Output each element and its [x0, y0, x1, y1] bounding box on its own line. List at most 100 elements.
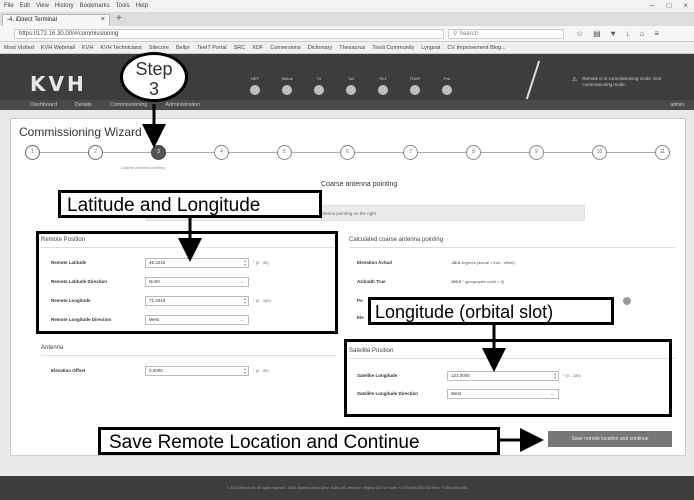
- step-11[interactable]: 11: [655, 145, 670, 160]
- close-window-button[interactable]: ×: [683, 1, 688, 10]
- download-icon[interactable]: ↓: [625, 29, 629, 38]
- bookmark-item[interactable]: Bellpr: [176, 45, 190, 51]
- menu-bookmarks[interactable]: Bookmarks: [80, 3, 110, 9]
- status-light-label: TRAP: [409, 76, 421, 81]
- bookmark-item[interactable]: Sitecore: [149, 45, 169, 51]
- pocket-icon[interactable]: ♥: [611, 29, 616, 38]
- home-icon[interactable]: ⌂: [639, 29, 644, 38]
- elevation-offset-value: 0.0000: [149, 368, 163, 373]
- coarse-pointing-title: Calculated coarse antenna pointing: [349, 237, 444, 243]
- nav-details[interactable]: Details: [75, 102, 92, 108]
- antenna-title: Antenna: [41, 345, 64, 351]
- bookmark-item[interactable]: TeeIT Portal: [197, 45, 227, 51]
- save-continue-button[interactable]: Save remote location and continue: [548, 431, 672, 447]
- nav-administration[interactable]: Administration: [165, 102, 200, 108]
- status-light-label: Rx1: [379, 76, 387, 81]
- navigation-bar: https://172.16.30.00/#/commissioning ⚲ S…: [0, 26, 694, 42]
- reading-list-icon[interactable]: ▤: [593, 29, 601, 38]
- maximize-button[interactable]: □: [666, 1, 671, 10]
- lat-long-callout: Latitude and Longitude: [58, 190, 322, 218]
- menu-history[interactable]: History: [55, 3, 74, 9]
- step-caption: Coarse antenna pointing: [121, 165, 165, 170]
- browser-menubar: File Edit View History Bookmarks Tools H…: [0, 0, 694, 12]
- menu-help[interactable]: Help: [136, 3, 148, 9]
- elevation-offset-label: Elevation Offset: [51, 368, 86, 373]
- alert-text: Remote is in commissioning mode. Exit co…: [582, 76, 661, 87]
- bookmark-item[interactable]: Most Visited: [4, 45, 34, 51]
- step-10[interactable]: 10: [592, 145, 607, 160]
- status-lights: NET Status Tx Sel Rx1 TRAP Pwr: [246, 76, 456, 95]
- bookmark-item[interactable]: KVH: [82, 45, 93, 51]
- window-controls: – □ ×: [650, 1, 688, 10]
- status-light: NET: [246, 76, 264, 95]
- toolbar-icons: ☆ ▤ ♥ ↓ ⌂ ≡: [576, 29, 659, 38]
- search-field[interactable]: ⚲ Search: [448, 29, 564, 39]
- bookmark-item[interactable]: CV Improvement Blog...: [447, 45, 505, 51]
- menu-edit[interactable]: Edit: [20, 3, 30, 9]
- elevation-actual-value: -36.0 degrees (actual = true - offset): [451, 260, 515, 265]
- browser-tab[interactable]: -4. iDirect Terminal ×: [2, 14, 110, 26]
- step-callout: Step 3: [120, 52, 188, 102]
- status-light: Pwr: [438, 76, 456, 95]
- menu-icon[interactable]: ≡: [654, 29, 659, 38]
- admin-menu[interactable]: admin: [670, 102, 684, 108]
- spinner-icon[interactable]: ▴ ▾: [244, 367, 246, 375]
- status-light-label: NET: [251, 76, 259, 81]
- bookmark-item[interactable]: Conversions: [270, 45, 301, 51]
- nav-dashboard[interactable]: Dashboard: [30, 102, 57, 108]
- page-title: Commissioning Wizard: [19, 125, 142, 139]
- step-4[interactable]: 4: [214, 145, 229, 160]
- status-light-label: Tx: [316, 76, 322, 81]
- azimuth-true-number: 193.5: [451, 279, 462, 284]
- orbital-callout: Longitude (orbital slot): [368, 297, 614, 325]
- url-field[interactable]: https://172.16.30.00/#/commissioning: [14, 29, 444, 39]
- step-7[interactable]: 7: [403, 145, 418, 160]
- step-1[interactable]: 1: [25, 145, 40, 160]
- menu-tools[interactable]: Tools: [116, 3, 130, 9]
- step-8[interactable]: 8: [466, 145, 481, 160]
- kvh-logo: KVH: [30, 72, 87, 96]
- status-light: TRAP: [406, 76, 424, 95]
- bookmark-item[interactable]: Dictionary: [308, 45, 332, 51]
- section-heading: Coarse antenna pointing: [321, 181, 398, 188]
- polarization-label: Po: [357, 298, 363, 303]
- bookmark-item[interactable]: Thesaurus: [339, 45, 365, 51]
- new-tab-button[interactable]: +: [116, 13, 122, 24]
- elevation-offset-input[interactable]: 0.0000 ▴ ▾: [145, 366, 249, 376]
- step-5[interactable]: 5: [277, 145, 292, 160]
- step-3[interactable]: 3: [151, 145, 166, 160]
- commissioning-alert[interactable]: ⚠ Remote is in commissioning mode. Exit …: [572, 76, 662, 88]
- divider: [41, 355, 337, 356]
- warning-icon: ⚠: [572, 77, 578, 83]
- elevation-actual-note: degrees (actual = true - offset): [461, 260, 515, 265]
- wizard-steps: 1 2 3 4 5 6 7 8 9 10 11: [25, 145, 675, 161]
- page-footer: © 2016 iDirect, Inc. All rights reserved…: [0, 476, 694, 500]
- save-callout-text: Save Remote Location and Continue: [109, 432, 420, 453]
- bookmark-item[interactable]: KVH Technicians: [100, 45, 141, 51]
- elevation-actual-number: -36.0: [451, 260, 461, 265]
- status-light-label: Status: [281, 76, 293, 81]
- bookmark-item[interactable]: Lyngsat: [421, 45, 440, 51]
- lat-long-callout-text: Latitude and Longitude: [67, 195, 261, 216]
- tab-title: -4. iDirect Terminal: [7, 17, 57, 23]
- bookmark-item[interactable]: Tivoli Community: [372, 45, 414, 51]
- step-6[interactable]: 6: [340, 145, 355, 160]
- azimuth-true-note: ° (geographic north = 0): [462, 279, 505, 284]
- search-placeholder: Search: [459, 31, 479, 37]
- menu-file[interactable]: File: [4, 3, 14, 9]
- menu-view[interactable]: View: [36, 3, 49, 9]
- tab-close-icon[interactable]: ×: [101, 16, 105, 23]
- bookmark-item[interactable]: SRC: [234, 45, 246, 51]
- main-nav: Dashboard Details Commissioning Administ…: [0, 100, 694, 110]
- bookmark-item[interactable]: XDF: [252, 45, 263, 51]
- star-icon[interactable]: ☆: [576, 29, 583, 38]
- azimuth-true-value: 193.5 ° (geographic north = 0): [451, 279, 504, 284]
- step-9[interactable]: 9: [529, 145, 544, 160]
- elevation-offset-range: ° (0 - 90): [253, 368, 269, 373]
- step-2[interactable]: 2: [88, 145, 103, 160]
- bookmarks-bar: Most Visited KVH Webmail KVH KVH Technic…: [0, 42, 694, 54]
- bookmark-item[interactable]: KVH Webmail: [41, 45, 75, 51]
- minimize-button[interactable]: –: [650, 1, 654, 10]
- nav-commissioning[interactable]: Commissioning: [110, 102, 148, 108]
- azimuth-true-label: Azimuth True: [357, 279, 386, 284]
